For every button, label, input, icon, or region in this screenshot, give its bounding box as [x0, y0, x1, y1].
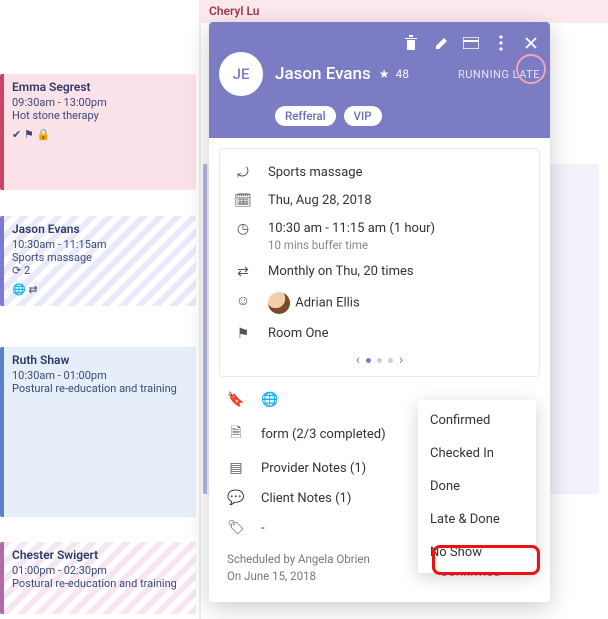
detail-text: 10:30 am - 11:15 am (1 hour)	[268, 221, 435, 236]
detail-room: ⚑ Room One	[226, 320, 533, 348]
detail-text: Sports massage	[268, 165, 363, 180]
pager-dot[interactable]	[366, 358, 371, 363]
event-card[interactable]: Chester Swigert 01:00pm - 02:30pm Postur…	[0, 542, 196, 614]
person-icon: ☺	[234, 292, 252, 309]
event-title: Chester Swigert	[12, 548, 188, 562]
client-id-row: JE Jason Evans ★ 48 RUNNING LATE	[219, 52, 540, 96]
pager-dot[interactable]	[377, 358, 382, 363]
pager-prev[interactable]: ‹	[356, 352, 360, 368]
event-title: Jason Evans	[12, 222, 188, 236]
status-option-checkedin[interactable]: Checked In	[418, 437, 536, 470]
status-menu: Confirmed Checked In Done Late & Done No…	[418, 400, 536, 573]
event-time: 09:30am - 13:00pm	[12, 96, 188, 109]
event-extra: ⟳ 2	[12, 264, 188, 277]
appointment-details-card: ⤾ Sports massage 🗓 Thu, Aug 28, 2018 ◷ 1…	[219, 148, 540, 377]
more-icon[interactable]	[492, 34, 510, 52]
status-option-confirmed[interactable]: Confirmed	[418, 404, 536, 437]
event-subtitle: Sports massage	[12, 251, 188, 264]
meta-text: form (2/3 completed)	[261, 427, 386, 442]
event-card[interactable]: Emma Segrest 09:30am - 13:00pm Hot stone…	[0, 74, 196, 190]
star-icon: ★	[379, 67, 390, 81]
meta-text: Provider Notes (1)	[261, 461, 366, 476]
form-icon: 🗎	[227, 422, 245, 446]
provider-avatar	[268, 292, 290, 314]
detail-text: Thu, Aug 28, 2018	[268, 193, 372, 208]
event-card[interactable]: Ruth Shaw 10:30am - 01:00pm Postural re-…	[0, 347, 196, 517]
column-header[interactable]: Cheryl Lu	[201, 0, 608, 23]
detail-pager: ‹ ›	[226, 348, 533, 370]
chip[interactable]: Refferal	[275, 106, 336, 126]
event-status-icons: ✔ ⚑ 🔒	[12, 128, 188, 141]
event-title: Emma Segrest	[12, 80, 188, 94]
service-icon: ⤾	[234, 165, 252, 181]
bookmark-icon: 🔖	[227, 392, 245, 408]
detail-recurrence: ⇄ Monthly on Thu, 20 times	[226, 258, 533, 286]
client-name[interactable]: Jason Evans	[275, 64, 371, 84]
status-option-latedone[interactable]: Late & Done	[418, 503, 536, 536]
event-subtitle: Postural re-education and training	[12, 577, 188, 590]
popover-header: JE Jason Evans ★ 48 RUNNING LATE Reffera…	[209, 22, 550, 138]
edit-icon[interactable]	[432, 34, 450, 52]
appointment-popover: JE Jason Evans ★ 48 RUNNING LATE Reffera…	[209, 22, 550, 602]
globe-icon: 🌐	[261, 392, 279, 408]
close-icon[interactable]	[522, 34, 540, 52]
pager-dot[interactable]	[388, 358, 393, 363]
tag-icon: 🏷	[227, 520, 245, 536]
event-time: 10:30am - 11:15am	[12, 238, 188, 251]
calendar-icon: 🗓	[234, 193, 252, 209]
client-age: 48	[396, 67, 410, 81]
calendar-column-left: Emma Segrest 09:30am - 13:00pm Hot stone…	[0, 0, 200, 619]
meta-text: -	[261, 521, 265, 536]
status-option-done[interactable]: Done	[418, 470, 536, 503]
event-card[interactable]: Jason Evans 10:30am - 11:15am Sports mas…	[0, 216, 196, 306]
meta-text: Client Notes (1)	[261, 491, 351, 506]
event-subtitle: Postural re-education and training	[12, 382, 188, 395]
avatar[interactable]: JE	[219, 52, 263, 96]
event-time: 10:30am - 01:00pm	[12, 369, 188, 382]
event-subtitle: Hot stone therapy	[12, 109, 188, 122]
event-time: 01:00pm - 02:30pm	[12, 564, 188, 577]
chip[interactable]: VIP	[344, 106, 382, 126]
note-icon: ▤	[227, 460, 245, 476]
detail-time: ◷ 10:30 am - 11:15 am (1 hour) 10 mins b…	[226, 215, 533, 258]
provider-name: Adrian Ellis	[295, 295, 359, 310]
detail-service: ⤾ Sports massage	[226, 159, 533, 187]
client-status: RUNNING LATE	[458, 68, 540, 81]
pager-next[interactable]: ›	[399, 352, 403, 368]
repeat-icon: ⇄	[234, 264, 252, 280]
event-title: Ruth Shaw	[12, 353, 188, 367]
detail-text: Monthly on Thu, 20 times	[268, 264, 414, 279]
popover-toolbar	[219, 32, 540, 54]
detail-subtext: 10 mins buffer time	[268, 238, 435, 252]
status-option-noshow[interactable]: No Show	[418, 536, 536, 569]
payment-icon[interactable]	[462, 34, 480, 52]
clock-icon: ◷	[234, 221, 252, 237]
detail-date: 🗓 Thu, Aug 28, 2018	[226, 187, 533, 215]
room-icon: ⚑	[234, 326, 252, 342]
detail-provider: ☺ Adrian Ellis	[226, 286, 533, 320]
chat-icon: 💬	[227, 490, 245, 506]
event-status-icons: 🌐 ⇄	[12, 283, 188, 296]
client-chips: Refferal VIP	[275, 106, 540, 126]
detail-text: Room One	[268, 326, 328, 341]
delete-icon[interactable]	[402, 34, 420, 52]
